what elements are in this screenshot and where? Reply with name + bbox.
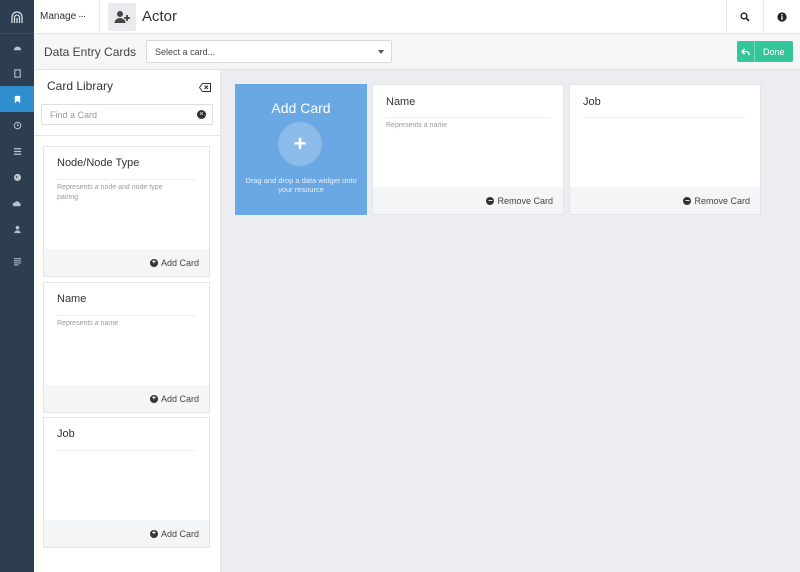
resource-card-title: Job <box>583 96 601 108</box>
add-card-label: Add Card <box>160 393 199 404</box>
rail-item-bookmark[interactable] <box>0 86 34 112</box>
dashboard-icon <box>13 46 21 50</box>
card-select[interactable]: Select a card... <box>146 40 393 63</box>
resource-card[interactable]: Job – Remove Card <box>569 84 761 215</box>
info-icon <box>777 11 787 22</box>
toolbar-label: Data Entry Cards <box>44 44 137 59</box>
rail-item-book[interactable] <box>0 60 34 86</box>
plus-circle-icon: + <box>149 394 158 403</box>
user-icon <box>13 225 21 233</box>
divider <box>386 117 550 118</box>
manage-menu[interactable]: Manage ··· <box>34 0 100 34</box>
more-dots-icon: ··· <box>78 11 86 22</box>
library-card-title: Node/Node Type <box>57 157 140 169</box>
done-label: Done <box>763 46 785 57</box>
resource-header: Actor <box>108 2 178 31</box>
app-logo[interactable] <box>0 0 34 34</box>
header-actions <box>726 0 800 34</box>
remove-card-button[interactable]: – Remove Card <box>373 187 563 214</box>
add-card-button[interactable]: + Add Card <box>44 385 209 412</box>
page-title: Actor <box>142 8 178 25</box>
book-icon <box>13 68 21 78</box>
icon-rail <box>0 0 34 572</box>
menu-icon <box>13 257 21 265</box>
remove-card-label: Remove Card <box>694 195 750 206</box>
dropzone-hint: Drag and drop a data widget onto your re… <box>245 176 357 194</box>
resource-card[interactable]: Name Represents a name – Remove Card <box>372 84 564 215</box>
rail-item-clock[interactable] <box>0 112 34 138</box>
plus-icon: + <box>278 122 322 166</box>
done-button[interactable]: Done <box>737 41 793 62</box>
divider <box>57 179 196 180</box>
rail-item-menu[interactable] <box>0 248 34 274</box>
card-library-header: Card Library <box>34 70 220 102</box>
clear-search-icon[interactable]: × <box>197 110 206 119</box>
add-card-button[interactable]: + Add Card <box>44 249 209 276</box>
divider <box>57 450 196 451</box>
remove-card-label: Remove Card <box>497 195 553 206</box>
rail-item-dashboard[interactable] <box>0 34 34 60</box>
divider <box>34 135 220 136</box>
rail-item-user[interactable] <box>0 216 34 242</box>
user-add-icon <box>114 10 130 23</box>
divider <box>583 117 747 118</box>
resource-card-description: Represents a name <box>386 122 448 129</box>
resource-icon-box <box>108 2 136 31</box>
plus-circle-icon: + <box>149 258 158 267</box>
library-card-description: Represents a name <box>57 320 119 327</box>
divider <box>57 315 196 316</box>
card-library-title: Card Library <box>47 79 114 93</box>
remove-card-button[interactable]: – Remove Card <box>570 187 760 214</box>
bookmark-icon <box>14 95 20 103</box>
cloud-icon <box>12 200 21 206</box>
backspace-icon <box>198 83 211 92</box>
library-card-title: Name <box>57 293 87 305</box>
search-button[interactable] <box>726 0 763 34</box>
minus-circle-icon: – <box>683 195 692 205</box>
rail-item-cloud[interactable] <box>0 190 34 216</box>
add-card-button[interactable]: + Add Card <box>44 520 209 547</box>
find-card-input[interactable]: Find a Card × <box>41 104 213 125</box>
add-card-label: Add Card <box>160 528 199 539</box>
clear-library-button[interactable] <box>198 81 211 95</box>
list-icon <box>13 147 21 155</box>
add-card-label: Add Card <box>160 257 199 268</box>
plus-circle-icon: + <box>149 529 158 538</box>
rail-item-list[interactable] <box>0 138 34 164</box>
undo-arrow-icon <box>737 41 755 62</box>
add-card-title: Add Card <box>271 100 331 116</box>
library-card[interactable]: Node/Node Type Represents a node and nod… <box>43 146 210 277</box>
library-card-description: Represents a node and node type pairing <box>57 184 163 201</box>
logo-arch-icon <box>11 10 23 23</box>
info-button[interactable] <box>763 0 800 34</box>
rail-item-globe[interactable] <box>0 164 34 190</box>
card-toolbar: Data Entry Cards Select a card... Done <box>34 34 800 70</box>
card-select-value: Select a card... <box>155 46 216 57</box>
add-card-dropzone[interactable]: Add Card + Drag and drop a data widget o… <box>235 84 367 215</box>
globe-icon <box>13 173 21 181</box>
library-card-title: Job <box>57 428 75 440</box>
manage-label: Manage <box>40 11 77 22</box>
top-header: Manage ··· Actor <box>34 0 800 34</box>
search-icon <box>740 11 750 22</box>
resource-card-title: Name <box>386 96 416 108</box>
library-card[interactable]: Name Represents a name + Add Card <box>43 282 210 413</box>
card-library-panel: Card Library Find a Card × Node/Node Typ… <box>34 70 221 572</box>
minus-circle-icon: – <box>486 195 495 205</box>
caret-down-icon <box>378 50 385 54</box>
library-card[interactable]: Job + Add Card <box>43 417 210 548</box>
find-card-placeholder: Find a Card <box>50 109 98 120</box>
clock-icon <box>13 121 21 129</box>
